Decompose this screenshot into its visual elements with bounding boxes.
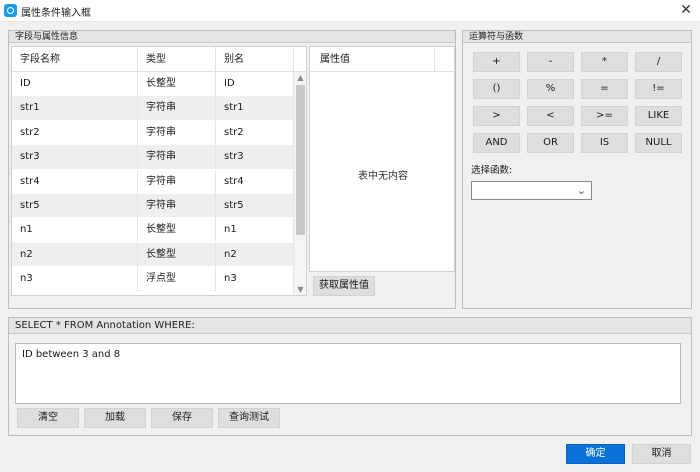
query-group-title: SELECT * FROM Annotation WHERE:: [9, 318, 691, 334]
close-button[interactable]: ✕: [678, 2, 694, 18]
field-name-cell: n3: [12, 267, 138, 292]
table-row[interactable]: str4 字符串 str4: [12, 169, 294, 194]
operator-divide-button[interactable]: /: [635, 52, 682, 72]
save-button[interactable]: 保存: [151, 408, 213, 428]
operator-parentheses-button[interactable]: (): [473, 79, 520, 99]
type-cell: 字符串: [138, 120, 216, 145]
attribute-values-table: 属性值 表中无内容: [309, 46, 455, 272]
operator-not-equals-button[interactable]: !=: [635, 79, 682, 99]
type-cell: 字符串: [138, 193, 216, 218]
window-title: 属性条件输入框: [21, 8, 91, 19]
operator-plus-button[interactable]: +: [473, 52, 520, 72]
alias-cell: n2: [216, 242, 294, 267]
field-name-cell: str5: [12, 193, 138, 218]
operator-is-button[interactable]: IS: [581, 133, 628, 153]
operator-modulo-button[interactable]: %: [527, 79, 574, 99]
fields-table: 字段名称 类型 别名 ID 长整型 ID str1 字符串 str1 str2 字符串 str2…: [11, 46, 307, 296]
fields-table-scrollbar[interactable]: ▲ ▼: [293, 72, 306, 295]
fields-group-title: 字段与属性信息: [9, 31, 455, 43]
alias-cell: str4: [216, 169, 294, 194]
header-divider: [434, 47, 435, 72]
alias-cell: ID: [216, 72, 294, 96]
type-cell: 长整型: [138, 72, 216, 96]
column-header-field-name[interactable]: 字段名称: [12, 47, 138, 72]
attribute-values-header[interactable]: 属性值: [310, 47, 454, 72]
type-cell: 长整型: [138, 242, 216, 267]
column-header-type[interactable]: 类型: [138, 47, 216, 72]
query-group: SELECT * FROM Annotation WHERE: ID betwe…: [8, 317, 692, 436]
cancel-button[interactable]: 取消: [632, 444, 691, 464]
alias-cell: n3: [216, 267, 294, 292]
operator-null-button[interactable]: NULL: [635, 133, 682, 153]
operator-greater-button[interactable]: >: [473, 106, 520, 126]
type-cell: 字符串: [138, 145, 216, 170]
table-row[interactable]: n1 长整型 n1: [12, 218, 294, 243]
field-name-cell: ID: [12, 72, 138, 96]
operators-group: 运算符与函数 + - * / ()% = != > < >= LIKE AND OR IS NULL 选择函…: [462, 30, 692, 309]
query-test-button[interactable]: 查询测试: [218, 408, 280, 428]
type-cell: 字符串: [138, 169, 216, 194]
table-row[interactable]: str1 字符串 str1: [12, 96, 294, 121]
field-name-cell: str4: [12, 169, 138, 194]
field-name-cell: n2: [12, 242, 138, 267]
alias-cell: str5: [216, 193, 294, 218]
operator-minus-button[interactable]: -: [527, 52, 574, 72]
table-row[interactable]: str2 字符串 str2: [12, 120, 294, 146]
clear-button[interactable]: 清空: [17, 408, 79, 428]
function-label: 选择函数:: [471, 165, 513, 176]
type-cell: 浮点型: [138, 267, 216, 292]
app-icon: [4, 4, 17, 17]
operator-less-button[interactable]: <: [527, 106, 574, 126]
table-row[interactable]: str3 字符串 str3: [12, 145, 294, 170]
operators-group-title: 运算符与函数: [463, 31, 691, 43]
field-name-cell: str3: [12, 145, 138, 170]
sql-expression-input[interactable]: ID between 3 and 8: [15, 343, 681, 404]
alias-cell: str2: [216, 120, 294, 145]
fields-table-body: ID 长整型 ID str1 字符串 str1 str2 字符串 str2 str3 字符串 str3…: [12, 72, 294, 292]
attribute-values-empty: 表中无内容: [358, 171, 408, 182]
chevron-down-icon: ⌄: [576, 184, 586, 197]
title-bar: 属性条件输入框 ✕: [0, 0, 700, 22]
load-button[interactable]: 加载: [84, 408, 146, 428]
operator-and-button[interactable]: AND: [473, 133, 520, 153]
alias-cell: str3: [216, 145, 294, 170]
column-header-alias[interactable]: 别名: [216, 47, 294, 72]
table-row[interactable]: n2 长整型 n2: [12, 242, 294, 268]
scroll-down-icon[interactable]: ▼: [294, 284, 306, 295]
table-row[interactable]: ID 长整型 ID: [12, 72, 294, 97]
field-name-cell: str1: [12, 96, 138, 121]
table-row[interactable]: n3 浮点型 n3: [12, 267, 294, 292]
ok-button[interactable]: 确定: [566, 444, 625, 464]
operator-like-button[interactable]: LIKE: [635, 106, 682, 126]
field-name-cell: str2: [12, 120, 138, 145]
type-cell: 字符串: [138, 96, 216, 121]
operator-multiply-button[interactable]: *: [581, 52, 628, 72]
scrollbar-thumb[interactable]: [296, 85, 305, 235]
alias-cell: str1: [216, 96, 294, 121]
operator-greater-equal-button[interactable]: >=: [581, 106, 628, 126]
table-row[interactable]: str5 字符串 str5: [12, 193, 294, 219]
get-attribute-values-button[interactable]: 获取属性值: [313, 276, 375, 296]
operator-or-button[interactable]: OR: [527, 133, 574, 153]
scroll-up-icon[interactable]: ▲: [294, 72, 306, 84]
sql-expression-text: ID between 3 and 8: [22, 349, 121, 360]
fields-group: 字段与属性信息 字段名称 类型 别名 ID 长整型 ID str1 字符串 str1 str…: [8, 30, 456, 309]
operator-equals-button[interactable]: =: [581, 79, 628, 99]
type-cell: 长整型: [138, 218, 216, 243]
field-name-cell: n1: [12, 218, 138, 243]
alias-cell: n1: [216, 218, 294, 243]
fields-table-header: 字段名称 类型 别名: [12, 47, 306, 72]
function-select[interactable]: ⌄: [471, 181, 592, 200]
